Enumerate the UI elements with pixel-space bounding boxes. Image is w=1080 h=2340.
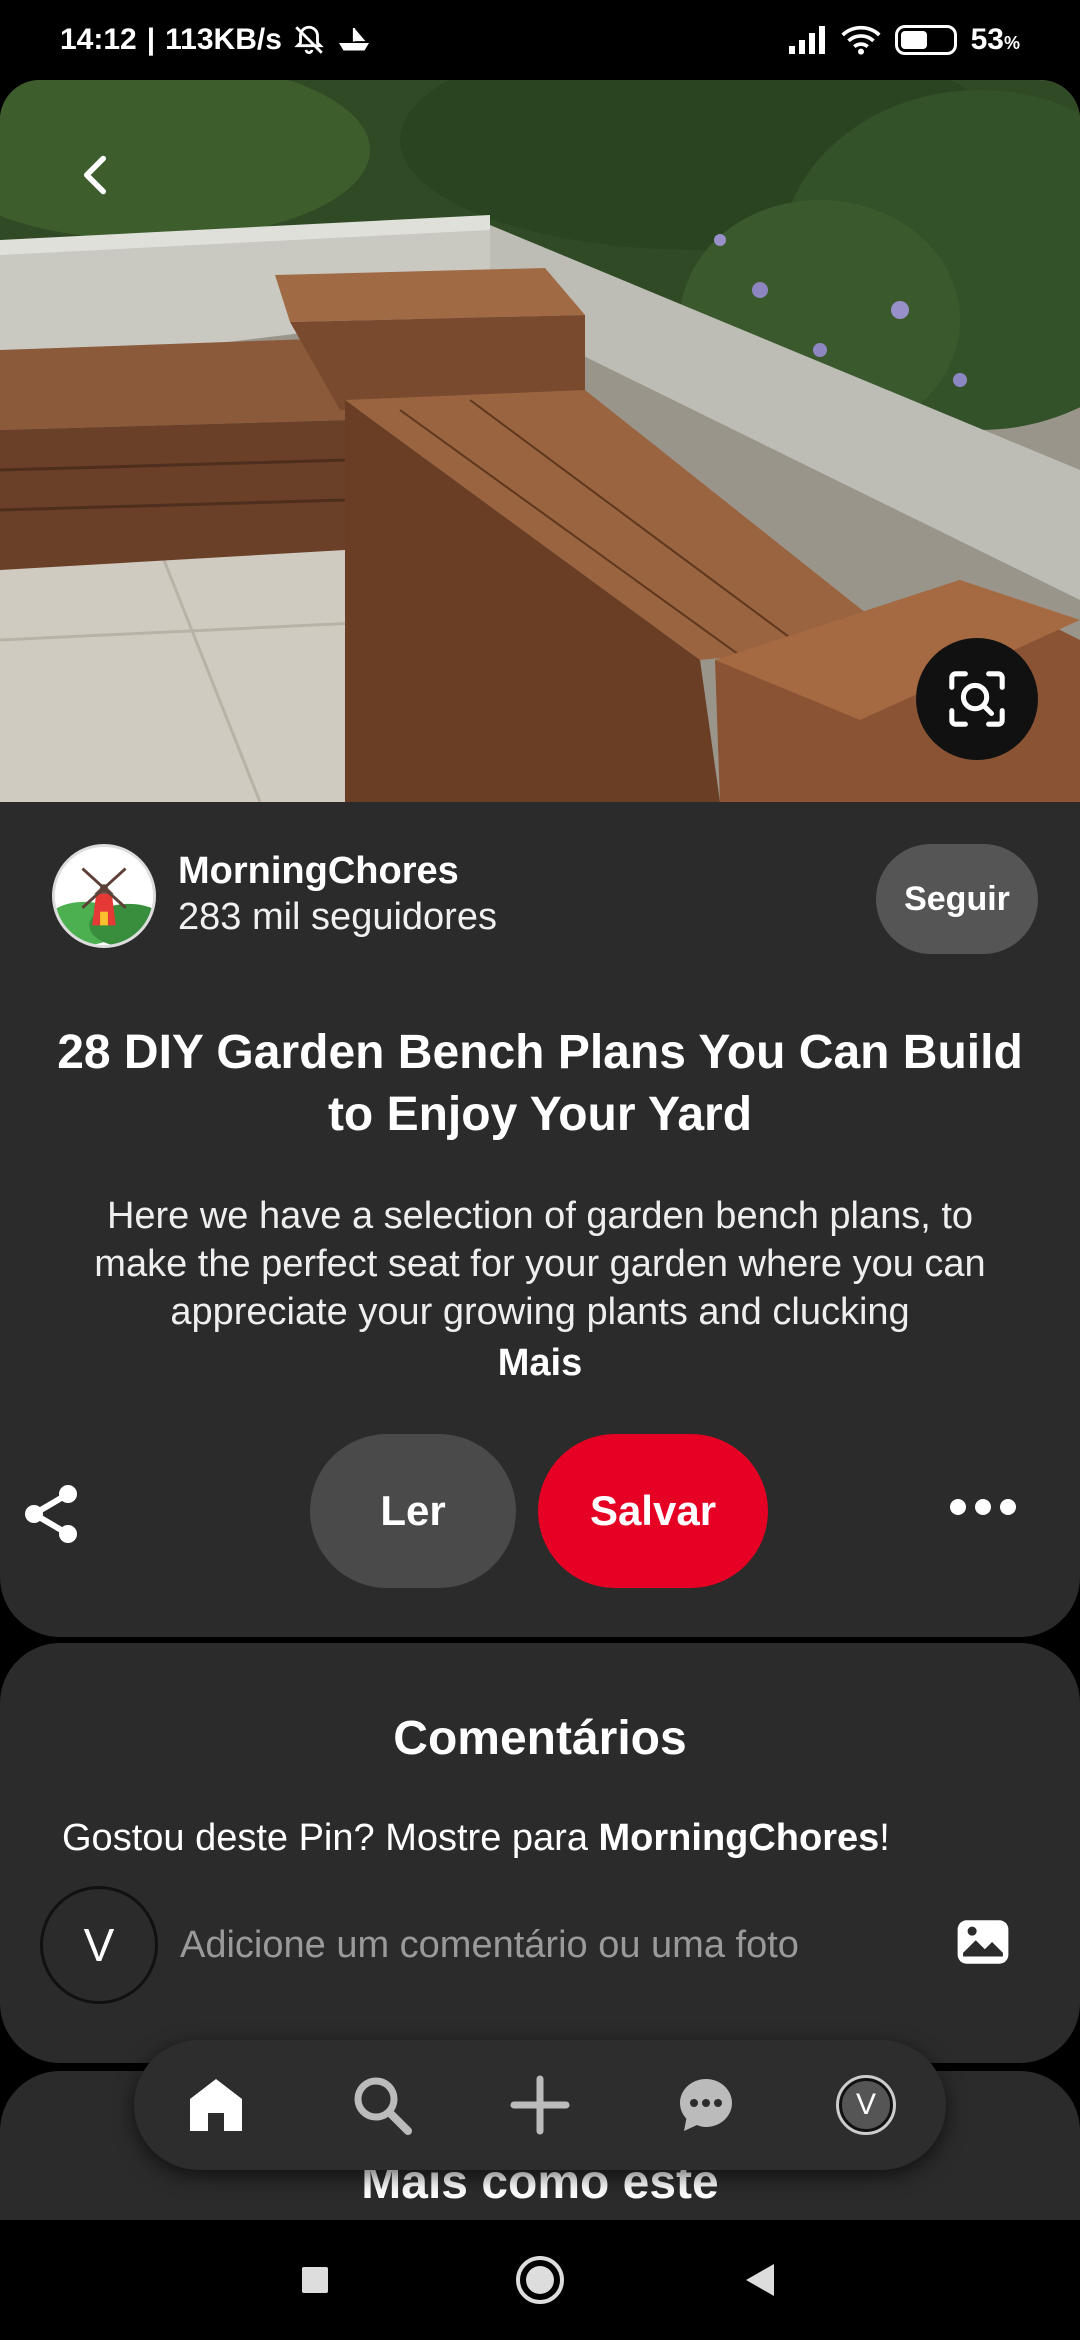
- windmill-logo: [55, 847, 153, 945]
- prompt-prefix: Gostou deste Pin? Mostre para: [62, 1817, 599, 1859]
- comments-section: Comentários Gostou deste Pin? Mostre par…: [0, 1643, 1080, 2063]
- status-right: 53%: [788, 23, 1020, 57]
- profile-avatar: V: [836, 2075, 896, 2135]
- dot-icon: [975, 1499, 991, 1515]
- prompt-creator: MorningChores: [598, 1817, 880, 1859]
- back-system-button[interactable]: [730, 2250, 790, 2310]
- network-speed: 113KB/s: [165, 23, 282, 56]
- status-bar: 14:12 | 113KB/s 53%: [0, 0, 1080, 80]
- pin-title: 28 DIY Garden Bench Plans You Can Build …: [57, 1026, 1023, 1141]
- share-button[interactable]: [20, 1482, 84, 1552]
- square-icon: [302, 2267, 328, 2293]
- more-link[interactable]: Mais: [0, 1342, 1080, 1385]
- visual-search-button[interactable]: [916, 638, 1038, 760]
- nav-search[interactable]: [340, 2063, 424, 2147]
- bottom-nav: V: [134, 2040, 946, 2170]
- status-time: 14:12: [60, 23, 137, 56]
- nav-messages[interactable]: [664, 2063, 748, 2147]
- nav-home[interactable]: [174, 2063, 258, 2147]
- dot-icon: [1000, 1499, 1016, 1515]
- circle-icon: [516, 2256, 564, 2304]
- recents-button[interactable]: [285, 2250, 345, 2310]
- back-button[interactable]: [60, 140, 130, 210]
- comment-input[interactable]: [180, 1913, 900, 1977]
- prompt-suffix: !: [879, 1817, 890, 1859]
- chat-icon: [680, 2079, 732, 2131]
- dot-icon: [950, 1499, 966, 1515]
- creator-name[interactable]: MorningChores: [178, 850, 459, 893]
- search-icon: [354, 2077, 412, 2135]
- home-icon: [190, 2079, 242, 2131]
- read-button[interactable]: Ler: [310, 1434, 516, 1588]
- boat-icon: [338, 28, 369, 51]
- status-left: 14:12 | 113KB/s: [60, 23, 372, 57]
- status-separator: |: [146, 23, 156, 56]
- signal-icon: [788, 26, 825, 54]
- nav-create[interactable]: [498, 2063, 582, 2147]
- home-system-button[interactable]: [510, 2250, 570, 2310]
- comments-prompt: Gostou deste Pin? Mostre para MorningCho…: [62, 1817, 890, 1860]
- pin-detail-card: MorningChores 283 mil seguidores Seguir …: [0, 802, 1080, 1637]
- pin-description: Here we have a selection of garden bench…: [94, 1195, 986, 1333]
- system-navigation-bar: [0, 2220, 1080, 2340]
- wifi-icon: [841, 25, 881, 55]
- follow-button[interactable]: Seguir: [876, 844, 1038, 954]
- creator-followers: 283 mil seguidores: [178, 896, 497, 938]
- creator-avatar[interactable]: [52, 844, 156, 948]
- battery-icon: [894, 25, 957, 55]
- comments-title: Comentários: [393, 1712, 687, 1765]
- triangle-back-icon: [746, 2264, 774, 2296]
- add-photo-button[interactable]: [954, 1913, 1012, 1971]
- chevron-left-icon: [84, 155, 106, 195]
- image-icon: [957, 1920, 1009, 1964]
- user-avatar[interactable]: V: [40, 1886, 158, 2004]
- save-button[interactable]: Salvar: [538, 1434, 768, 1588]
- plus-icon: [510, 2075, 570, 2135]
- more-options-button[interactable]: [950, 1492, 1016, 1522]
- battery-fill: [900, 31, 928, 49]
- lens-search-icon: [949, 671, 1005, 727]
- share-icon: [25, 1485, 77, 1543]
- bell-off-icon: [294, 25, 324, 55]
- nav-profile[interactable]: V: [824, 2063, 908, 2147]
- battery-percent: 53%: [970, 23, 1020, 56]
